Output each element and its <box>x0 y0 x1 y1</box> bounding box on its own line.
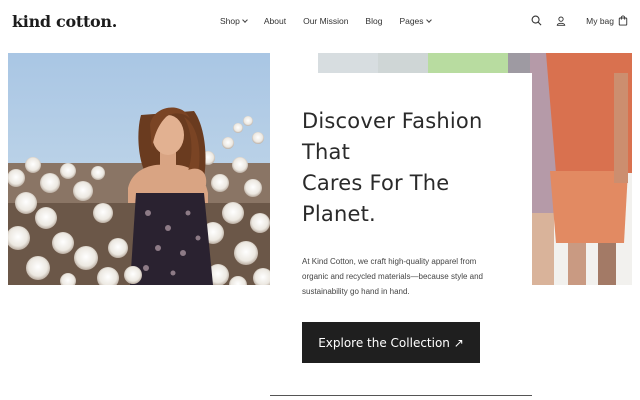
divider <box>270 395 532 396</box>
nav-item-label: Shop <box>220 16 240 26</box>
headline-line: Cares For The <box>302 171 450 195</box>
nav-item-label: About <box>263 16 287 26</box>
search-button[interactable] <box>531 15 542 26</box>
nav-item-about[interactable]: About <box>264 16 286 26</box>
site-logo[interactable]: kind cotton. <box>12 12 117 31</box>
nav-item-blog[interactable]: Blog <box>365 16 382 26</box>
explore-collection-button[interactable]: Explore the Collection ↗ <box>302 322 480 363</box>
nav-item-label: Blog <box>365 16 383 26</box>
nav-item-our-mission[interactable]: Our Mission <box>303 16 348 26</box>
hero-description: At Kind Cotton, we craft high-quality ap… <box>302 257 483 296</box>
nav-item-pages[interactable]: Pages <box>399 16 432 26</box>
nav-item-label: Pages <box>399 16 424 26</box>
hero-headline: Discover Fashion That Cares For The Plan… <box>302 106 502 230</box>
account-button[interactable] <box>556 16 566 26</box>
user-icon <box>556 16 566 26</box>
headline-line: Discover Fashion <box>302 109 483 133</box>
nav-item-shop[interactable]: Shop <box>220 16 248 26</box>
chevron-down-icon <box>425 17 432 23</box>
nav-item-label: Our Mission <box>303 16 349 26</box>
shopping-bag-icon <box>618 15 628 26</box>
site-header: kind cotton. Shop About Our Mission Blog… <box>0 0 640 46</box>
header-actions: My bag <box>517 15 628 26</box>
cart-label: My bag <box>586 15 614 26</box>
main-nav: Shop About Our Mission Blog Pages <box>220 16 448 26</box>
headline-line: That <box>302 140 351 164</box>
hero-image-cotton-field <box>8 53 270 285</box>
search-icon <box>531 15 542 26</box>
chevron-down-icon <box>242 17 248 23</box>
cart-button[interactable]: My bag <box>580 15 628 26</box>
headline-line: Planet. <box>302 202 376 226</box>
